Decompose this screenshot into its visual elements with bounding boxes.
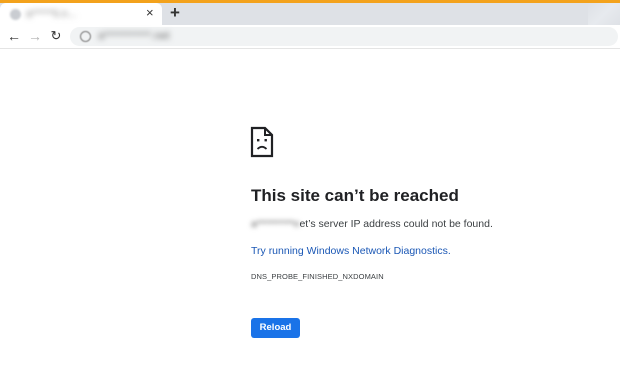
- network-diagnostics-link[interactable]: Try running Windows Network Diagnostics.: [251, 245, 451, 257]
- error-heading: This site can’t be reached: [251, 186, 459, 205]
- error-detail: a*********net’s server IP address could …: [251, 218, 493, 230]
- site-info-icon[interactable]: [80, 31, 91, 42]
- browser-tab[interactable]: a*****ii.n... ×: [0, 3, 162, 25]
- back-button[interactable]: ←: [6, 28, 22, 44]
- new-tab-button[interactable]: +: [170, 4, 180, 22]
- globe-icon: [10, 9, 21, 20]
- window-corner-decoration: [588, 3, 620, 25]
- address-bar-url[interactable]: a***********.net: [98, 30, 170, 42]
- browser-toolbar: ← → ↻ a***********.net: [0, 25, 620, 49]
- error-detail-text: et’s server IP address could not be foun…: [299, 218, 493, 230]
- forward-button[interactable]: →: [27, 28, 43, 44]
- reload-button[interactable]: Reload: [251, 318, 300, 338]
- error-code: DNS_PROBE_FINISHED_NXDOMAIN: [251, 272, 384, 281]
- tab-strip: a*****ii.n... × +: [0, 3, 620, 25]
- tab-title: a*****ii.n...: [26, 8, 77, 20]
- sad-document-icon: [250, 126, 274, 158]
- redacted-hostname: a*********n: [251, 218, 300, 230]
- reload-icon[interactable]: ↻: [48, 28, 64, 44]
- address-bar[interactable]: a***********.net: [70, 27, 618, 46]
- tab-close-button[interactable]: ×: [146, 6, 154, 20]
